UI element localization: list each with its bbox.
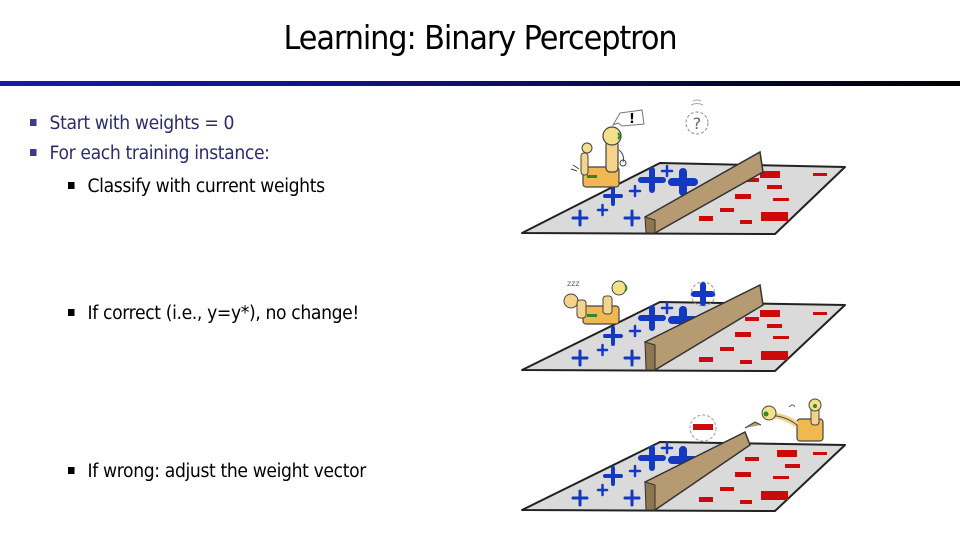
title-divider bbox=[0, 81, 960, 86]
bullet-if-wrong: If wrong: adjust the weight vector bbox=[68, 461, 366, 482]
bullet-text: Classify with current weights bbox=[87, 176, 326, 197]
svg-text:zzz: zzz bbox=[567, 279, 580, 288]
svg-text:!: ! bbox=[629, 112, 635, 127]
bullet-marker-icon bbox=[68, 309, 75, 316]
illustration-correct: zzz bbox=[515, 270, 855, 380]
robot-icon bbox=[570, 126, 627, 188]
bullet-marker-icon bbox=[30, 149, 37, 156]
bullet-start-weights: Start with weights = 0 bbox=[30, 113, 234, 134]
query-negative-icon bbox=[689, 414, 717, 442]
bullet-text: For each training instance: bbox=[49, 143, 270, 164]
illustration-wrong bbox=[515, 395, 855, 520]
bullet-text: If wrong: adjust the weight vector bbox=[87, 461, 367, 482]
bullet-if-correct: If correct (i.e., y=y*), no change! bbox=[68, 303, 359, 324]
bullet-marker-icon bbox=[68, 182, 75, 189]
slide-title: Learning: Binary Perceptron bbox=[283, 18, 678, 57]
sleeping-robot-icon: zzz bbox=[563, 279, 628, 325]
svg-text:?: ? bbox=[693, 114, 702, 133]
bullet-each-instance: For each training instance: bbox=[30, 143, 270, 164]
exclaim-bubble-icon: ! bbox=[611, 109, 645, 127]
bullet-marker-icon bbox=[68, 467, 75, 474]
bullet-classify: Classify with current weights bbox=[68, 176, 325, 197]
illustration-classify: ! ? bbox=[515, 95, 855, 245]
bullet-text: If correct (i.e., y=y*), no change! bbox=[87, 303, 360, 324]
bullet-marker-icon bbox=[30, 119, 37, 126]
bullet-text: Start with weights = 0 bbox=[49, 113, 235, 134]
question-icon: ? bbox=[685, 99, 709, 135]
pushing-robot-icon bbox=[744, 398, 824, 442]
